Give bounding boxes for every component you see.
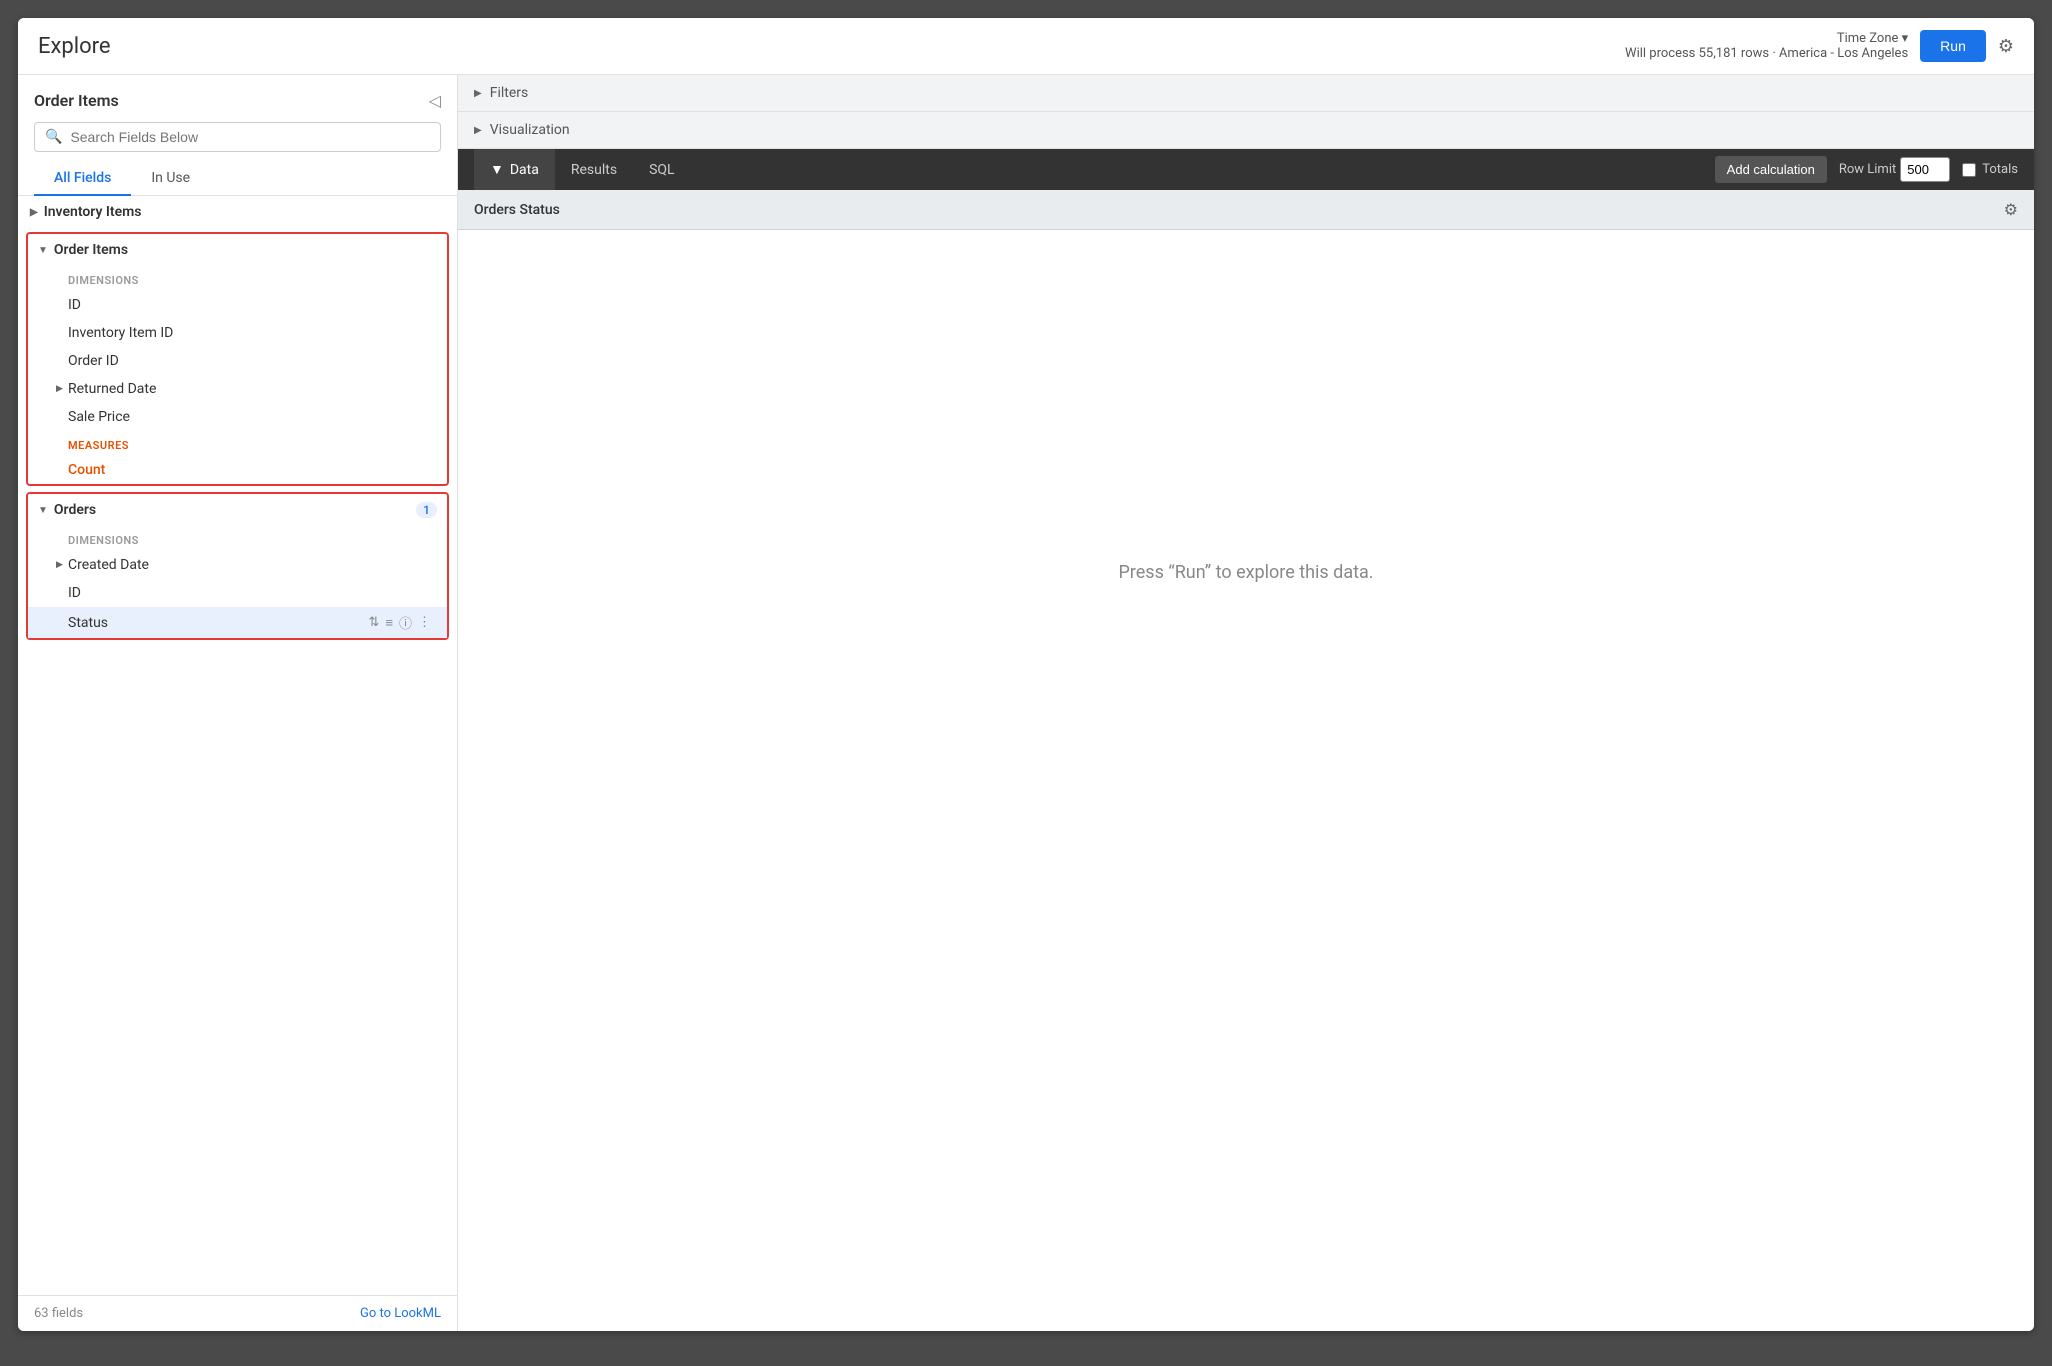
totals-label: Totals bbox=[1962, 162, 2018, 177]
go-to-lookml-link[interactable]: Go to LookML bbox=[360, 1306, 441, 1321]
main-layout: Order Items ◁ 🔍 All Fields In Use ▶ I bbox=[18, 75, 2034, 1331]
group-orders[interactable]: ▼ Orders 1 bbox=[28, 494, 447, 526]
column-settings-icon[interactable]: ⚙ bbox=[2004, 200, 2018, 219]
sidebar-title: Order Items bbox=[34, 91, 119, 110]
sidebar: Order Items ◁ 🔍 All Fields In Use ▶ I bbox=[18, 75, 458, 1331]
group-label: Order Items bbox=[54, 242, 128, 258]
group-badge: 1 bbox=[416, 502, 437, 518]
field-name: Created Date bbox=[68, 557, 149, 573]
settings-icon[interactable]: ⚙ bbox=[1998, 36, 2014, 57]
timezone-label: Time Zone ▾ bbox=[1625, 31, 1908, 46]
field-name: Count bbox=[68, 462, 105, 478]
group-order-items[interactable]: ▼ Order Items bbox=[28, 234, 447, 266]
header-right: Time Zone ▾ Will process 55,181 rows · A… bbox=[1625, 30, 2014, 62]
tabs: All Fields In Use bbox=[18, 162, 457, 196]
chevron-right-icon: ▶ bbox=[56, 384, 63, 394]
search-box: 🔍 bbox=[34, 122, 441, 152]
list-item[interactable]: ID bbox=[28, 579, 447, 607]
sidebar-footer: 63 fields Go to LookML bbox=[18, 1295, 457, 1331]
header-info: Time Zone ▾ Will process 55,181 rows · A… bbox=[1625, 31, 1908, 61]
order-items-section: ▼ Order Items DIMENSIONS ID Inventory It… bbox=[26, 232, 449, 486]
dimensions-label: DIMENSIONS bbox=[28, 266, 447, 291]
add-calculation-button[interactable]: Add calculation bbox=[1715, 156, 1827, 183]
field-name: Order ID bbox=[68, 353, 119, 369]
list-item[interactable]: ID bbox=[28, 291, 447, 319]
chevron-right-icon: ▶ bbox=[56, 560, 63, 570]
sidebar-header: Order Items ◁ bbox=[18, 75, 457, 118]
run-button[interactable]: Run bbox=[1920, 30, 1986, 62]
page-title: Explore bbox=[38, 34, 111, 59]
main-container: Explore Time Zone ▾ Will process 55,181 … bbox=[18, 18, 2034, 1331]
header: Explore Time Zone ▾ Will process 55,181 … bbox=[18, 18, 2034, 75]
list-item[interactable]: Inventory Item ID bbox=[28, 319, 447, 347]
data-header-row: Orders Status ⚙ bbox=[458, 190, 2034, 230]
filter-icon[interactable]: ≡ bbox=[385, 615, 393, 631]
orders-section: ▼ Orders 1 DIMENSIONS ▶ Created Date ID … bbox=[26, 492, 449, 640]
column-title: Orders Status bbox=[474, 202, 560, 218]
sidebar-collapse-icon[interactable]: ◁ bbox=[429, 91, 441, 110]
filters-label: Filters bbox=[490, 85, 529, 101]
empty-state-message: Press “Run” to explore this data. bbox=[458, 230, 2034, 915]
tab-all-fields[interactable]: All Fields bbox=[34, 162, 131, 196]
field-name: Status bbox=[68, 615, 108, 631]
row-limit-label: Row Limit bbox=[1839, 162, 1896, 177]
field-name: Returned Date bbox=[68, 381, 156, 397]
right-panel: ▶ Filters ▶ Visualization ▼ Data Results… bbox=[458, 75, 2034, 1331]
field-name: Sale Price bbox=[68, 409, 130, 425]
timezone-chevron[interactable]: ▾ bbox=[1902, 31, 1909, 46]
search-icon: 🔍 bbox=[45, 129, 62, 145]
list-item[interactable]: Status ⇅ ≡ ⓘ ⋮ bbox=[28, 607, 447, 638]
list-item[interactable]: ▶ Returned Date bbox=[28, 375, 447, 403]
group-label: Inventory Items bbox=[44, 204, 142, 220]
data-toolbar: ▼ Data Results SQL Add calculation Row L… bbox=[458, 149, 2034, 190]
chevron-down-icon: ▼ bbox=[38, 505, 48, 516]
visualization-section[interactable]: ▶ Visualization bbox=[458, 112, 2034, 149]
tab-results[interactable]: Results bbox=[555, 150, 633, 190]
list-item[interactable]: Sale Price bbox=[28, 403, 447, 431]
totals-checkbox[interactable] bbox=[1962, 163, 1976, 177]
down-arrow-icon: ▼ bbox=[490, 161, 504, 178]
visualization-label: Visualization bbox=[490, 122, 570, 138]
chevron-down-icon: ▼ bbox=[38, 245, 48, 256]
group-label: Orders bbox=[54, 502, 96, 518]
group-inventory-items[interactable]: ▶ Inventory Items bbox=[18, 196, 457, 228]
tab-in-use[interactable]: In Use bbox=[131, 162, 210, 196]
data-area: Orders Status ⚙ Press “Run” to explore t… bbox=[458, 190, 2034, 1331]
field-name: ID bbox=[68, 585, 81, 601]
info-icon[interactable]: ⓘ bbox=[399, 613, 412, 632]
tab-sql[interactable]: SQL bbox=[633, 150, 690, 190]
field-name: ID bbox=[68, 297, 81, 313]
rows-info: Will process 55,181 rows · America - Los… bbox=[1625, 46, 1908, 61]
measures-label: MEASURES bbox=[28, 431, 447, 456]
row-limit-input[interactable] bbox=[1900, 157, 1950, 182]
field-action-icons: ⇅ ≡ ⓘ ⋮ bbox=[368, 613, 431, 632]
sort-icon[interactable]: ⇅ bbox=[368, 615, 379, 630]
list-item[interactable]: Count bbox=[28, 456, 447, 484]
fields-count: 63 fields bbox=[34, 1306, 83, 1321]
field-list: ▶ Inventory Items ▼ Order Items DIMENSIO… bbox=[18, 196, 457, 1295]
triangle-right-icon: ▶ bbox=[474, 125, 482, 136]
more-icon[interactable]: ⋮ bbox=[418, 615, 431, 630]
list-item[interactable]: ▶ Created Date bbox=[28, 551, 447, 579]
field-name: Inventory Item ID bbox=[68, 325, 173, 341]
chevron-right-icon: ▶ bbox=[30, 207, 38, 218]
list-item[interactable]: Order ID bbox=[28, 347, 447, 375]
search-input[interactable] bbox=[70, 129, 430, 145]
filters-section[interactable]: ▶ Filters bbox=[458, 75, 2034, 112]
dimensions-label: DIMENSIONS bbox=[28, 526, 447, 551]
triangle-right-icon: ▶ bbox=[474, 88, 482, 99]
tab-data[interactable]: ▼ Data bbox=[474, 149, 555, 190]
